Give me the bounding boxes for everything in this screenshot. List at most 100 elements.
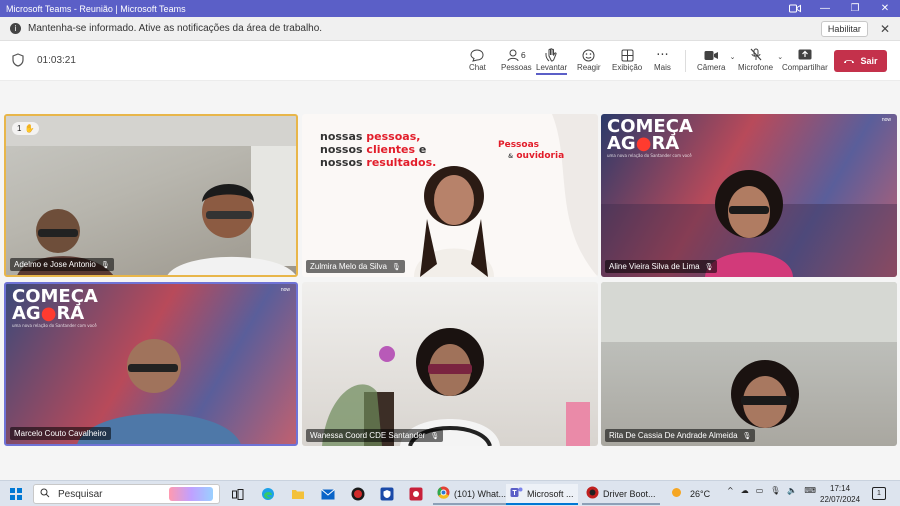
info-icon: i xyxy=(10,23,21,34)
share-button[interactable]: Compartilhar xyxy=(782,47,828,79)
muted-mic-icon: 🎙 xyxy=(430,431,440,440)
participant-name-label: Wanessa Coord CDE Santander 🎙 xyxy=(306,429,444,442)
shield-app-icon[interactable] xyxy=(378,485,396,503)
system-tray: ^ ☁ ▭ 🎙 🔈 ⌨ xyxy=(727,486,816,495)
clock-date: 22/07/2024 xyxy=(820,495,861,504)
show-hidden-icons-chevron-icon[interactable]: ^ xyxy=(727,486,734,495)
slogan-highlight: resultados. xyxy=(366,156,437,169)
logo-text: RA xyxy=(651,133,680,155)
participant-name: Aline Vieira Silva de Lima xyxy=(609,262,700,271)
search-highlight-graphic xyxy=(169,487,213,501)
taskbar-search[interactable]: Pesquisar xyxy=(33,484,220,504)
banner-slogan: nossas pessoas, nossos clientes e nossos… xyxy=(320,130,436,169)
muted-mic-icon: 🎙 xyxy=(704,262,714,271)
logo-text: RA xyxy=(56,303,85,325)
weather-widget[interactable]: 26°C xyxy=(670,486,710,501)
toolbar-divider xyxy=(685,50,686,72)
raise-hand-label: Levantar xyxy=(536,63,568,75)
participant-name-label: Aline Vieira Silva de Lima 🎙 xyxy=(605,260,718,273)
microphone-button[interactable]: Microfone ⌄ xyxy=(738,47,783,79)
speaker-icon[interactable]: 🔈 xyxy=(787,486,797,495)
video-tile[interactable]: 1 ✋ Adelmo e Jose Antonio 🎙 xyxy=(4,114,298,277)
camera-label: Câmera xyxy=(697,63,726,72)
enable-notifications-button[interactable]: Habilitar xyxy=(820,20,868,37)
microphone-tray-icon[interactable]: 🎙 xyxy=(770,486,780,495)
more-button[interactable]: ··· Mais xyxy=(654,47,671,79)
logo-subtitle: uma nova relação do Santander com você xyxy=(607,153,692,159)
participant-name-label: Adelmo e Jose Antonio 🎙 xyxy=(10,258,114,271)
mic-off-icon xyxy=(750,47,762,63)
red-app-icon[interactable] xyxy=(349,485,367,503)
video-tile[interactable]: Wanessa Coord CDE Santander 🎙 xyxy=(302,282,598,446)
language-icon[interactable]: ⌨ xyxy=(804,486,816,495)
close-window-icon[interactable]: ✕ xyxy=(870,0,900,17)
people-button[interactable]: 6 Pessoas xyxy=(501,47,532,79)
view-button[interactable]: Exibição xyxy=(612,47,642,79)
taskbar-clock[interactable]: 17:14 22/07/2024 xyxy=(820,483,860,505)
edge-browser-icon[interactable] xyxy=(259,485,277,503)
video-tile[interactable]: nossas pessoas, nossos clientes e nossos… xyxy=(302,114,598,277)
people-icon: 6 xyxy=(507,47,526,63)
logo-subtitle: uma nova relação do Santander com você xyxy=(12,323,97,329)
taskbar-item-teams[interactable]: Microsoft ... xyxy=(506,484,578,505)
taskbar-item-chrome[interactable]: (101) What... xyxy=(433,484,511,505)
react-button[interactable]: Reagir xyxy=(577,47,601,79)
taskbar-item-driver-booster[interactable]: Driver Boot... xyxy=(582,484,660,505)
windows-start-icon[interactable] xyxy=(10,488,22,500)
slogan-text: e xyxy=(415,143,427,156)
meeting-timer: 01:03:21 xyxy=(37,55,76,66)
dismiss-icon[interactable]: ✕ xyxy=(880,22,890,36)
slogan-text: nossas xyxy=(320,130,367,143)
view-label: Exibição xyxy=(612,63,643,72)
video-tile[interactable]: Rita De Cassia De Andrade Almeida 🎙 xyxy=(601,282,897,446)
more-label: Mais xyxy=(654,63,671,72)
task-view-icon[interactable] xyxy=(229,485,247,503)
slogan-highlight: pessoas, xyxy=(366,130,421,143)
corner-tag: now xyxy=(881,117,891,123)
search-placeholder: Pesquisar xyxy=(58,488,103,500)
flame-icon: ● xyxy=(40,303,57,325)
participant-name: Zulmira Melo da Silva xyxy=(310,262,387,271)
video-tile[interactable]: COMEÇA AG●RA uma nova relação do Santand… xyxy=(601,114,897,277)
video-feed xyxy=(601,282,897,428)
search-icon xyxy=(40,488,50,501)
recorder-app-icon[interactable] xyxy=(407,485,425,503)
hand-icon xyxy=(545,47,558,63)
weather-sun-icon xyxy=(670,486,683,501)
raised-hand-badge: 1 ✋ xyxy=(12,122,40,135)
comeca-agora-logo: COMEÇA AG●RA uma nova relação do Santand… xyxy=(12,287,98,329)
camera-options-chevron-icon[interactable]: ⌄ xyxy=(730,53,736,61)
network-icon[interactable]: ▭ xyxy=(756,486,764,495)
participant-name: Adelmo e Jose Antonio xyxy=(14,260,96,269)
grid-view-icon xyxy=(621,47,634,63)
slogan-text: nossos xyxy=(320,156,367,169)
camera-status-icon[interactable] xyxy=(780,0,810,17)
notification-message: Mantenha-se informado. Ative as notifica… xyxy=(28,23,323,34)
chrome-icon xyxy=(437,486,450,501)
notification-center-icon[interactable]: 1 xyxy=(872,487,886,500)
muted-mic-icon: 🎙 xyxy=(100,260,110,269)
microphone-label: Microfone xyxy=(738,63,774,72)
video-tile[interactable]: COMEÇA AG●RA uma nova relação do Santand… xyxy=(4,282,298,446)
raise-hand-button[interactable]: Levantar xyxy=(536,47,568,79)
leave-button[interactable]: Sair xyxy=(834,50,887,72)
participant-name: Marcelo Couto Cavalheiro xyxy=(14,429,107,438)
slogan-highlight: clientes xyxy=(366,143,416,156)
onedrive-cloud-icon[interactable]: ☁ xyxy=(741,486,749,495)
participant-name-label: Marcelo Couto Cavalheiro xyxy=(10,427,111,440)
chat-button[interactable]: Chat xyxy=(469,47,486,79)
restore-icon[interactable]: ❐ xyxy=(840,0,870,17)
video-feed xyxy=(6,116,296,275)
logo-text: AG xyxy=(12,303,41,325)
file-explorer-icon[interactable] xyxy=(289,485,307,503)
mail-icon[interactable] xyxy=(319,485,337,503)
muted-mic-icon: 🎙 xyxy=(391,262,401,271)
slogan-text: nossos xyxy=(320,143,367,156)
participant-count: 6 xyxy=(520,50,526,60)
minimize-icon[interactable]: — xyxy=(810,0,840,17)
camera-button[interactable]: Câmera ⌄ xyxy=(697,47,735,79)
teams-icon xyxy=(510,486,523,501)
chat-icon xyxy=(470,47,484,63)
participant-name: Rita De Cassia De Andrade Almeida xyxy=(609,431,738,440)
hang-up-icon xyxy=(844,60,855,63)
